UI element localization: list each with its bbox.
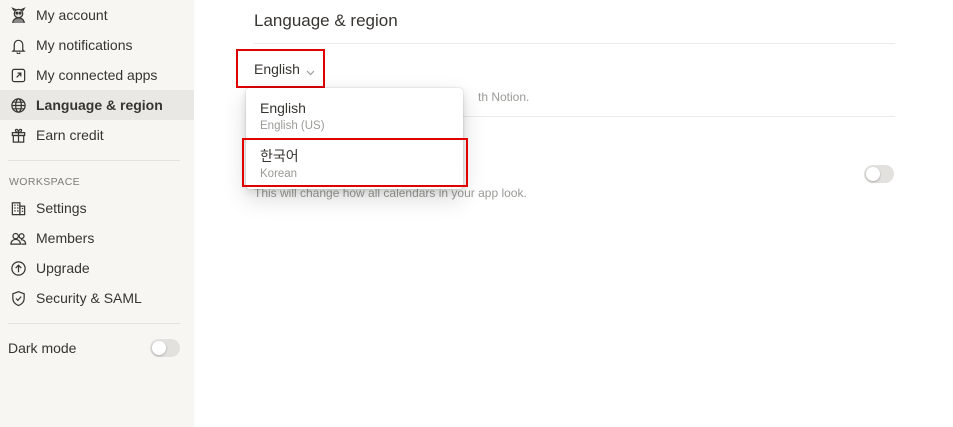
settings-sidebar: My account My notifications My connected… [0, 0, 194, 427]
language-select[interactable]: English [236, 49, 325, 88]
language-select-value: English [254, 60, 300, 77]
calendar-toggle[interactable] [864, 165, 894, 183]
sidebar-divider [8, 323, 180, 324]
globe-icon [9, 96, 28, 115]
sidebar-item-earn-credit[interactable]: Earn credit [0, 120, 194, 150]
sidebar-item-label: My account [36, 7, 108, 23]
language-option-korean[interactable]: 한국어 Korean [246, 140, 463, 186]
external-link-icon [9, 66, 28, 85]
language-description: th Notion. [478, 90, 530, 104]
option-subtitle: Korean [260, 168, 298, 180]
chevron-down-icon [306, 64, 315, 76]
sidebar-item-label: Upgrade [36, 260, 90, 276]
language-option-english[interactable]: English English (US) [246, 88, 463, 134]
sidebar-item-upgrade[interactable]: Upgrade [0, 253, 194, 283]
arrow-up-circle-icon [9, 259, 28, 278]
shield-icon [9, 289, 28, 308]
sidebar-item-security-saml[interactable]: Security & SAML [0, 283, 194, 313]
bell-icon [9, 36, 28, 55]
sidebar-item-my-connected-apps[interactable]: My connected apps [0, 60, 194, 90]
page-title: Language & region [254, 11, 398, 30]
sidebar-item-label: Earn credit [36, 127, 104, 143]
people-icon [9, 229, 28, 248]
sidebar-item-settings[interactable]: Settings [0, 193, 194, 223]
sidebar-item-language-region[interactable]: Language & region [0, 90, 194, 120]
gift-icon [9, 126, 28, 145]
option-title: 한국어 [260, 149, 299, 165]
workspace-section-label: WORKSPACE [9, 176, 81, 188]
sidebar-divider [8, 160, 180, 161]
sidebar-item-label: My connected apps [36, 67, 158, 83]
option-title: English [260, 100, 306, 116]
sidebar-item-label: Members [36, 230, 95, 246]
building-icon [9, 199, 28, 218]
sidebar-item-members[interactable]: Members [0, 223, 194, 253]
sidebar-item-label: Language & region [36, 97, 163, 113]
toggle-knob [866, 167, 880, 181]
toggle-knob [152, 341, 166, 355]
language-dropdown-menu: English English (US) 한국어 Korean [246, 88, 463, 189]
sidebar-item-my-notifications[interactable]: My notifications [0, 30, 194, 60]
option-subtitle: English (US) [260, 120, 325, 132]
settings-window: My account My notifications My connected… [0, 0, 953, 427]
sidebar-item-label: My notifications [36, 37, 133, 53]
avatar-icon [9, 6, 28, 25]
dark-mode-label: Dark mode [8, 340, 77, 356]
title-divider [254, 43, 895, 44]
dark-mode-toggle[interactable] [150, 339, 180, 357]
sidebar-item-label: Security & SAML [36, 290, 142, 306]
sidebar-item-my-account[interactable]: My account [0, 0, 194, 30]
sidebar-item-label: Settings [36, 200, 87, 216]
